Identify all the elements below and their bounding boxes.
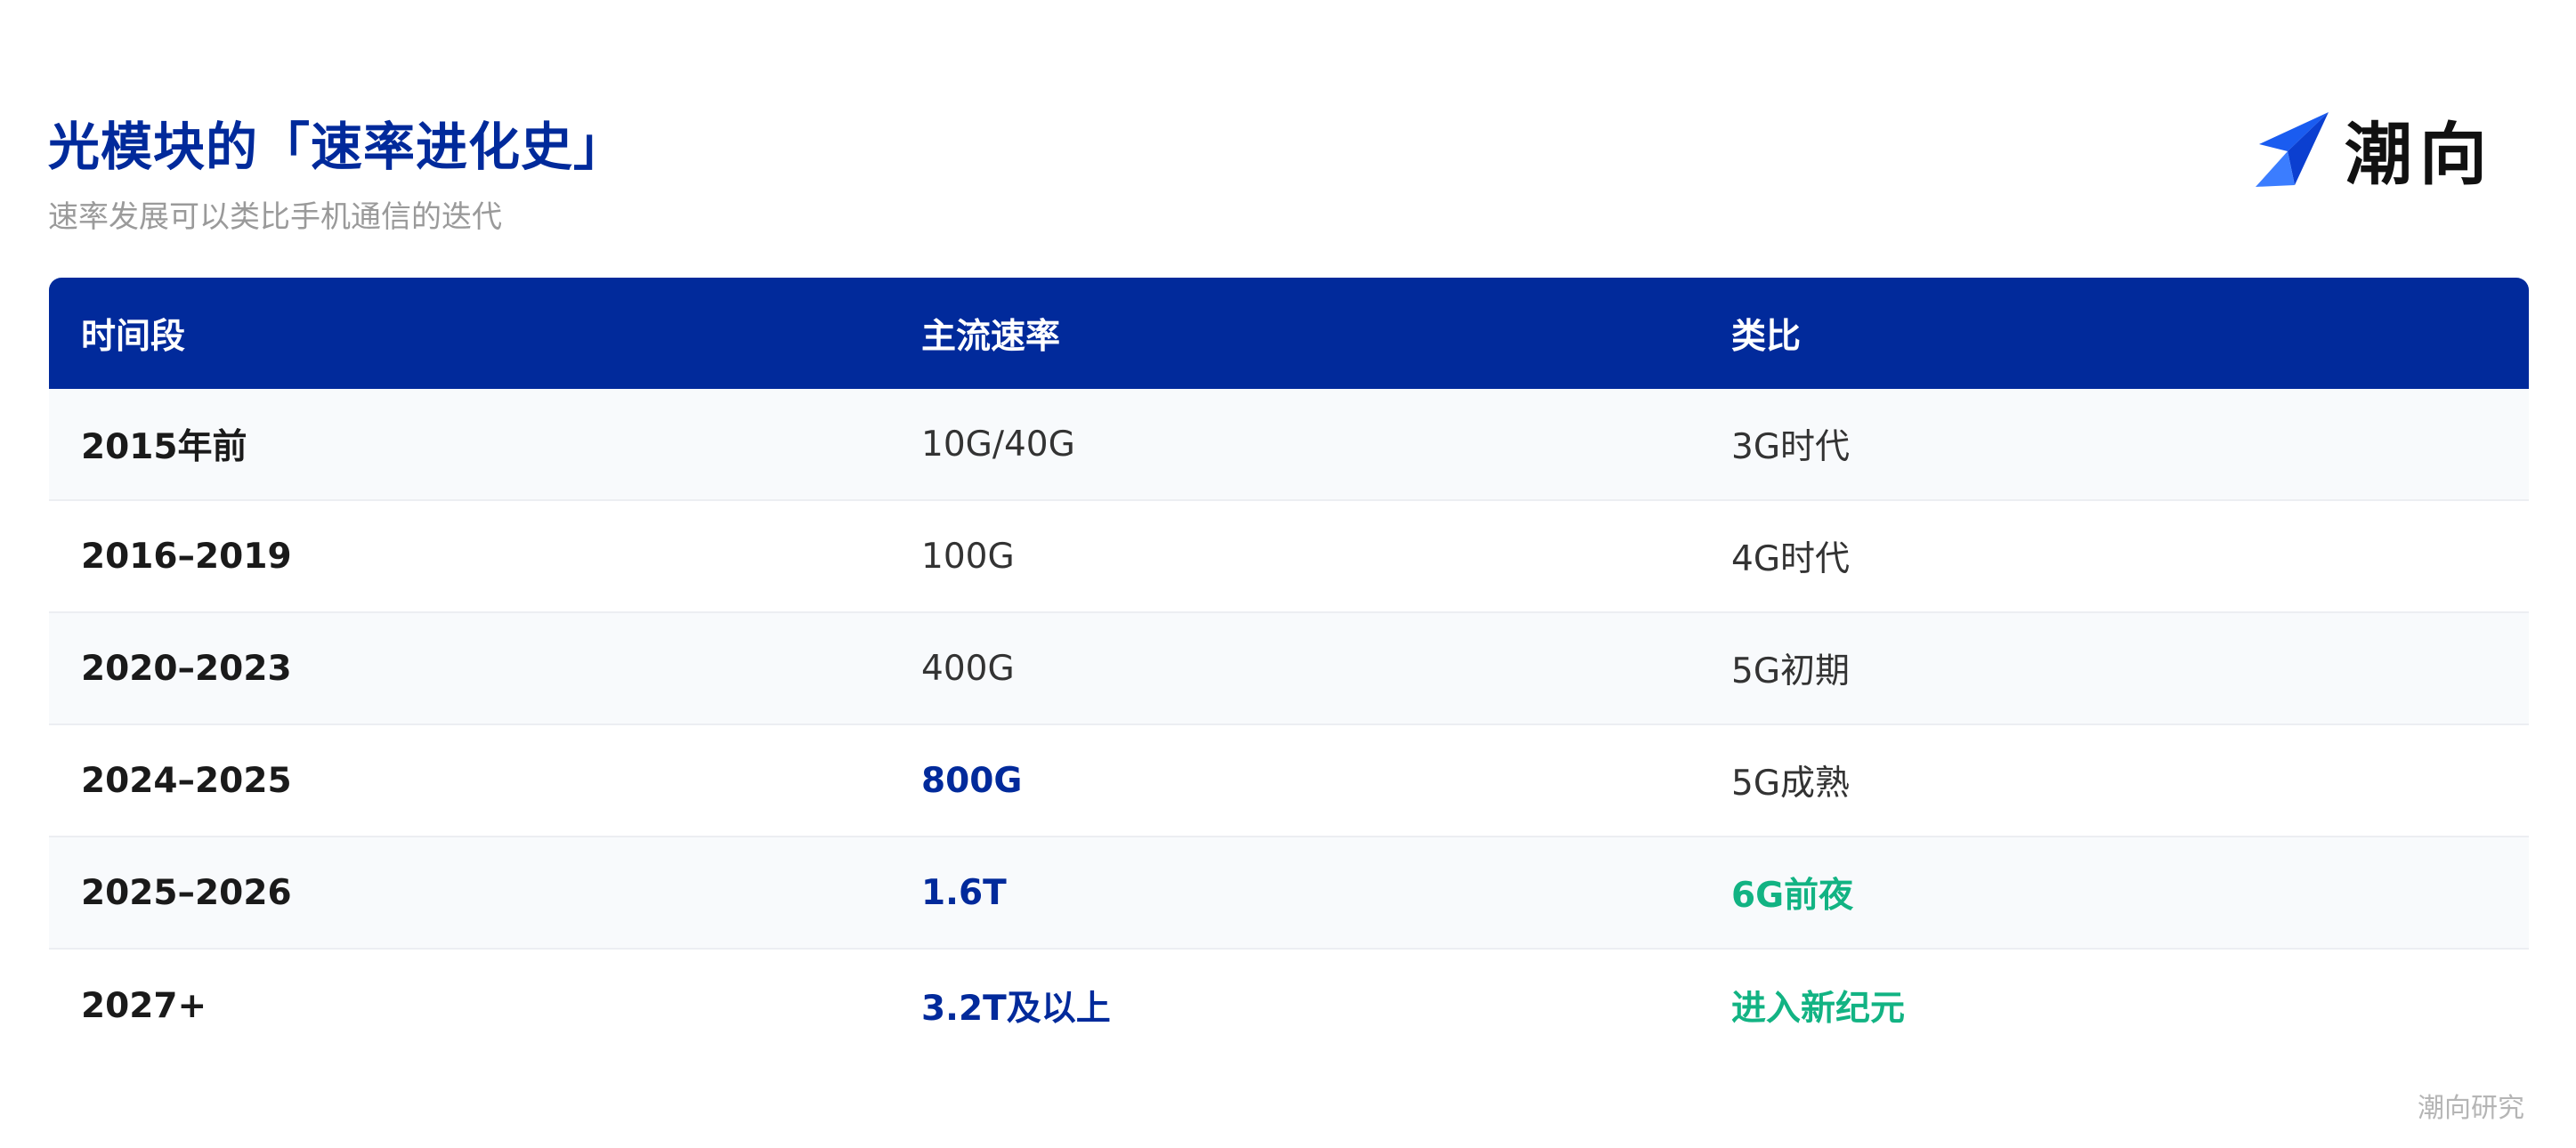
table-row: 2015年前 10G/40G 3G时代 [49,389,2529,501]
cell-analogy: 5G初期 [1731,651,1851,691]
table-row: 2025–2026 1.6T 6G前夜 [49,837,2529,950]
cell-period: 2016–2019 [81,536,292,577]
arrow-logo-icon [2252,109,2332,189]
logo-text: 潮向 [2345,115,2494,194]
column-header-rate: 主流速率 [921,316,1061,357]
source-footer: 潮向研究 [2418,1093,2524,1124]
page-subtitle: 速率发展可以类比手机通信的迭代 [48,199,502,235]
cell-rate: 10G/40G [921,424,1075,465]
brand-logo: 潮向 [2252,100,2494,198]
cell-analogy: 5G成熟 [1731,764,1851,804]
table-row: 2024–2025 800G 5G成熟 [49,725,2529,837]
cell-rate: 400G [921,648,1015,689]
cell-period: 2025–2026 [81,872,292,913]
cell-rate: 3.2T及以上 [921,989,1111,1029]
table-row: 2027+ 3.2T及以上 进入新纪元 [49,950,2529,1062]
page: 光模块的「速率进化史」 速率发展可以类比手机通信的迭代 潮向 时间段 主流速率 … [0,0,2576,1148]
table-header: 时间段 主流速率 类比 [49,278,2529,389]
column-header-analogy: 类比 [1731,316,1802,357]
cell-period: 2024–2025 [81,760,292,801]
cell-period: 2027+ [81,985,207,1026]
cell-analogy: 4G时代 [1731,539,1851,579]
rate-evolution-table: 时间段 主流速率 类比 2015年前 10G/40G 3G时代 2016–201… [49,278,2529,1062]
cell-rate: 1.6T [921,872,1007,913]
cell-rate: 800G [921,760,1023,801]
column-header-period: 时间段 [81,316,186,357]
cell-analogy: 3G时代 [1731,427,1851,467]
cell-period: 2015年前 [81,427,247,467]
cell-period: 2020–2023 [81,648,292,689]
page-title: 光模块的「速率进化史」 [48,117,627,177]
table-row: 2020–2023 400G 5G初期 [49,613,2529,725]
cell-analogy: 6G前夜 [1731,876,1854,916]
cell-analogy: 进入新纪元 [1731,989,1906,1029]
cell-rate: 100G [921,536,1015,577]
table-row: 2016–2019 100G 4G时代 [49,501,2529,613]
